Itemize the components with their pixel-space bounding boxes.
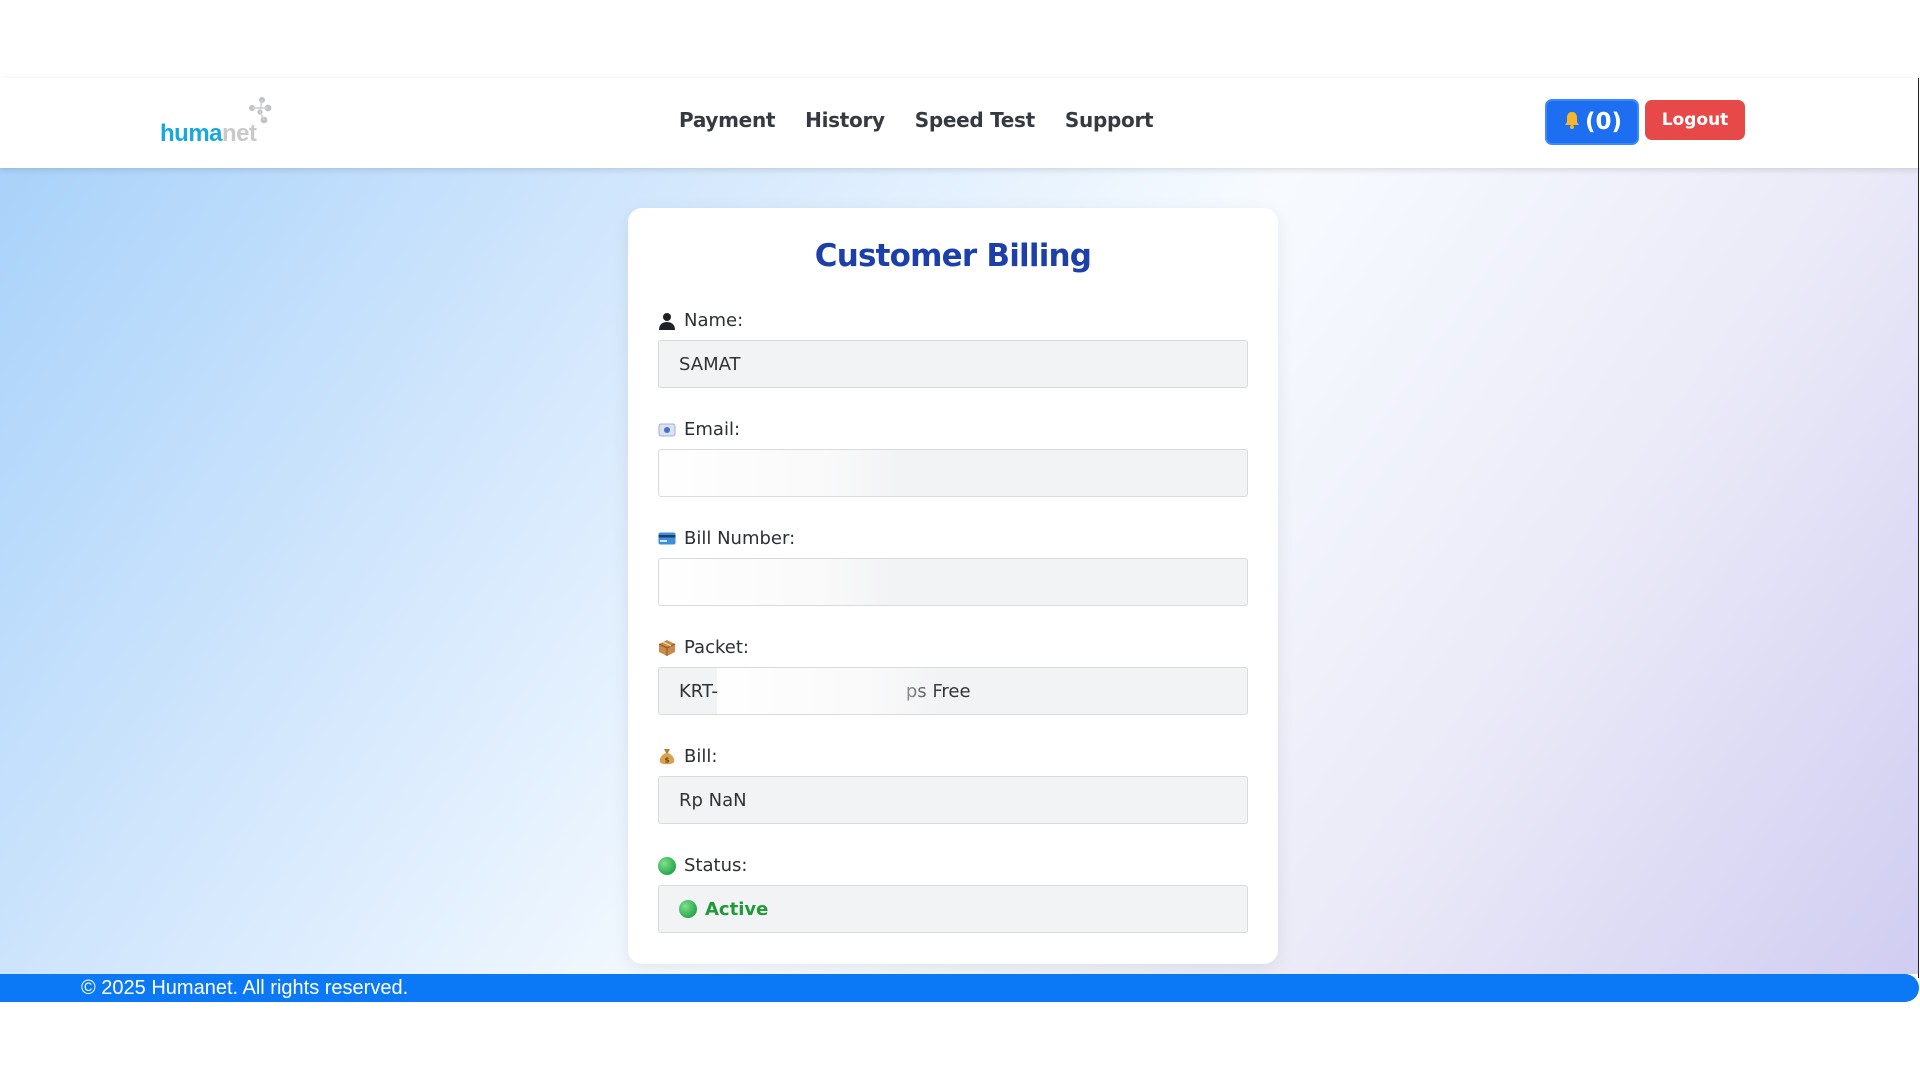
card-title: Customer Billing: [814, 238, 1092, 274]
bell-icon: [1562, 110, 1582, 135]
name-label-text: Name:: [684, 310, 744, 331]
footer: © 2025 Humanet. All rights reserved.: [0, 974, 1919, 1002]
user-icon: [658, 312, 676, 330]
money-bag-icon: $: [658, 748, 676, 766]
packet-label-text: Packet:: [684, 637, 749, 658]
billing-card: Customer Billing Name: SAMAT Email: Bill…: [628, 208, 1278, 964]
email-icon: [658, 421, 676, 439]
package-icon: [658, 639, 676, 657]
name-value: SAMAT: [679, 353, 741, 375]
packet-label: Packet:: [658, 637, 749, 658]
bill-value: Rp NaN: [679, 789, 747, 811]
redacted-blur: [717, 668, 942, 714]
logout-button[interactable]: Logout: [1645, 100, 1745, 140]
packet-field[interactable]: KRT- ps Free: [658, 667, 1248, 715]
humanet-logo[interactable]: humanet: [160, 94, 280, 154]
notification-count: (0): [1584, 109, 1623, 135]
nav-support[interactable]: Support: [1065, 108, 1154, 132]
main-nav: Payment History Speed Test Support: [679, 108, 1154, 132]
bill-number-label: Bill Number:: [658, 528, 795, 549]
bill-label: $ Bill:: [658, 746, 717, 767]
status-label-text: Status:: [684, 855, 748, 876]
nav-speed-test[interactable]: Speed Test: [915, 108, 1035, 132]
packet-value-prefix: KRT-: [679, 680, 718, 702]
top-header: humanet Payment History Speed Test Suppo…: [0, 78, 1920, 168]
status-label: Status:: [658, 855, 747, 876]
nav-payment[interactable]: Payment: [679, 108, 775, 132]
email-field[interactable]: [658, 449, 1248, 497]
email-label-text: Email:: [684, 419, 741, 440]
name-field[interactable]: SAMAT: [658, 340, 1248, 388]
bill-number-label-text: Bill Number:: [684, 528, 796, 549]
nav-history[interactable]: History: [805, 108, 885, 132]
bill-label-text: Bill:: [684, 746, 718, 767]
footer-copyright: © 2025 Humanet. All rights reserved.: [81, 977, 409, 999]
name-label: Name:: [658, 310, 743, 331]
redacted-blur: [659, 450, 899, 496]
svg-text:$: $: [665, 756, 670, 764]
logo-wordmark: humanet: [160, 120, 257, 147]
notifications-button[interactable]: (0): [1545, 99, 1639, 145]
card-icon: [658, 530, 676, 548]
page: humanet Payment History Speed Test Suppo…: [0, 0, 1920, 1080]
status-badge: Active: [679, 899, 768, 920]
redacted-blur: [659, 559, 894, 605]
status-value: Active: [705, 898, 769, 920]
window-edge: [1918, 78, 1919, 978]
bill-number-field[interactable]: [658, 558, 1248, 606]
status-field[interactable]: Active: [658, 885, 1248, 933]
email-label: Email:: [658, 419, 740, 440]
green-circle-icon: [658, 856, 676, 875]
bill-field[interactable]: Rp NaN: [658, 776, 1248, 824]
green-circle-icon: [679, 900, 697, 918]
